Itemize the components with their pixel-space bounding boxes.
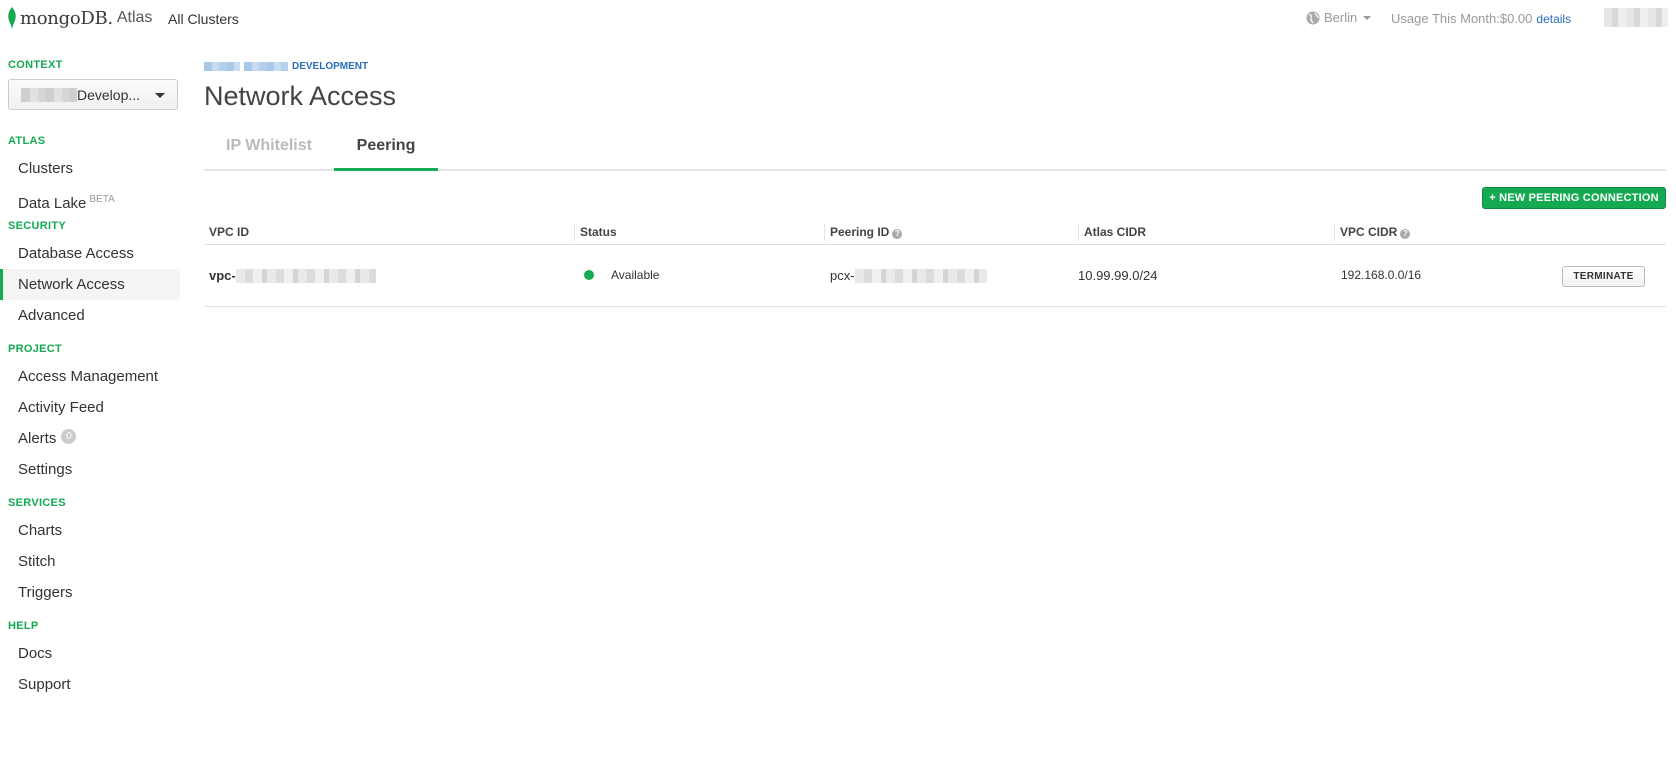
sidebar-item-charts[interactable]: Charts: [0, 515, 180, 546]
tab-bar: IP Whitelist Peering: [204, 133, 1666, 171]
breadcrumb[interactable]: DEVELOPMENT: [204, 61, 368, 72]
beta-badge: BETA: [89, 194, 115, 205]
peering-id-prefix: pcx-: [830, 268, 855, 283]
sidebar-item-data-lake[interactable]: Data Lake BETA: [0, 184, 180, 215]
column-header-vpc-id[interactable]: VPC ID: [204, 224, 249, 241]
table-header: VPC ID Status Peering ID? Atlas CIDR VPC…: [204, 220, 1666, 245]
tab-ip-whitelist[interactable]: IP Whitelist: [204, 133, 334, 171]
context-dropdown[interactable]: Develop...: [8, 79, 178, 110]
section-help-label: HELP: [8, 620, 39, 632]
breadcrumb-org[interactable]: [204, 62, 240, 71]
context-value: Develop...: [77, 86, 141, 103]
status-label: Available: [611, 268, 660, 282]
alerts-count-badge: 0: [61, 429, 77, 444]
breadcrumb-org-suffix[interactable]: [244, 62, 288, 71]
vpc-id-cell: vpc-: [209, 268, 376, 283]
peering-id-cell: pcx-: [830, 268, 987, 283]
peering-table: VPC ID Status Peering ID? Atlas CIDR VPC…: [204, 220, 1666, 307]
section-atlas-label: ATLAS: [8, 135, 46, 147]
sidebar-item-label: Data Lake: [18, 195, 87, 212]
peering-id-value: [854, 268, 987, 283]
globe-icon: [1306, 11, 1320, 24]
all-clusters-link[interactable]: All Clusters: [168, 11, 239, 27]
region-selector[interactable]: Berlin: [1306, 10, 1372, 25]
sidebar-item-triggers[interactable]: Triggers: [0, 577, 180, 608]
top-bar: mongoDB. Atlas All Clusters Berlin Usage…: [0, 0, 1676, 38]
vpc-id-prefix: vpc-: [209, 268, 236, 283]
column-header-peering-id[interactable]: Peering ID?: [824, 224, 903, 241]
breadcrumb-project[interactable]: DEVELOPMENT: [292, 61, 368, 72]
vpc-id-value: [235, 268, 376, 283]
sidebar-item-clusters[interactable]: Clusters: [0, 153, 180, 184]
context-org-name: [21, 87, 77, 102]
sidebar-item-label: Alerts: [18, 430, 57, 447]
usage-label: Usage This Month:$0.00: [1391, 11, 1533, 26]
sidebar-item-support[interactable]: Support: [0, 669, 180, 700]
section-context-label: CONTEXT: [8, 59, 63, 71]
mongodb-atlas-logo[interactable]: mongoDB. Atlas: [7, 4, 152, 32]
status-available-icon: [584, 270, 594, 280]
section-security-label: SECURITY: [8, 220, 67, 232]
tab-peering[interactable]: Peering: [334, 133, 438, 171]
help-icon[interactable]: ?: [892, 229, 903, 239]
terminate-button[interactable]: TERMINATE: [1562, 266, 1645, 287]
column-header-atlas-cidr[interactable]: Atlas CIDR: [1078, 224, 1146, 241]
chevron-down-icon: [155, 93, 165, 98]
chevron-down-icon: [1363, 15, 1372, 20]
header-label: VPC CIDR: [1340, 225, 1398, 239]
sidebar-item-alerts[interactable]: Alerts 0: [0, 423, 180, 454]
sidebar-item-advanced[interactable]: Advanced: [0, 300, 180, 331]
status-cell: Available: [584, 268, 659, 282]
table-row: vpc- Available pcx- 10.99.99.0/24 192.16…: [204, 245, 1666, 307]
leaf-icon: [8, 7, 16, 29]
usage-summary: Usage This Month:$0.00 details: [1391, 11, 1571, 26]
sidebar: CONTEXT Develop... ATLAS Clusters Data L…: [0, 48, 180, 700]
vpc-cidr-cell: 192.168.0.0/16: [1341, 268, 1422, 282]
section-project-label: PROJECT: [8, 343, 63, 355]
logo-text: mongoDB.: [20, 7, 113, 29]
new-peering-connection-button[interactable]: + NEW PEERING CONNECTION: [1482, 187, 1666, 209]
help-icon[interactable]: ?: [1400, 229, 1411, 239]
sidebar-item-access-management[interactable]: Access Management: [0, 361, 180, 392]
logo-product: Atlas: [116, 9, 153, 26]
region-label: Berlin: [1324, 10, 1358, 25]
page-title: Network Access: [204, 81, 397, 111]
usage-details-link[interactable]: details: [1536, 12, 1571, 26]
section-services-label: SERVICES: [8, 497, 66, 509]
sidebar-item-network-access[interactable]: Network Access: [0, 269, 180, 300]
user-menu[interactable]: [1604, 8, 1668, 27]
column-header-vpc-cidr[interactable]: VPC CIDR?: [1334, 224, 1411, 241]
sidebar-item-docs[interactable]: Docs: [0, 638, 180, 669]
atlas-cidr-cell: 10.99.99.0/24: [1078, 268, 1158, 283]
sidebar-item-activity-feed[interactable]: Activity Feed: [0, 392, 180, 423]
sidebar-item-database-access[interactable]: Database Access: [0, 238, 180, 269]
column-header-status[interactable]: Status: [574, 224, 617, 241]
sidebar-item-settings[interactable]: Settings: [0, 454, 180, 485]
header-label: Peering ID: [830, 225, 890, 239]
sidebar-item-stitch[interactable]: Stitch: [0, 546, 180, 577]
